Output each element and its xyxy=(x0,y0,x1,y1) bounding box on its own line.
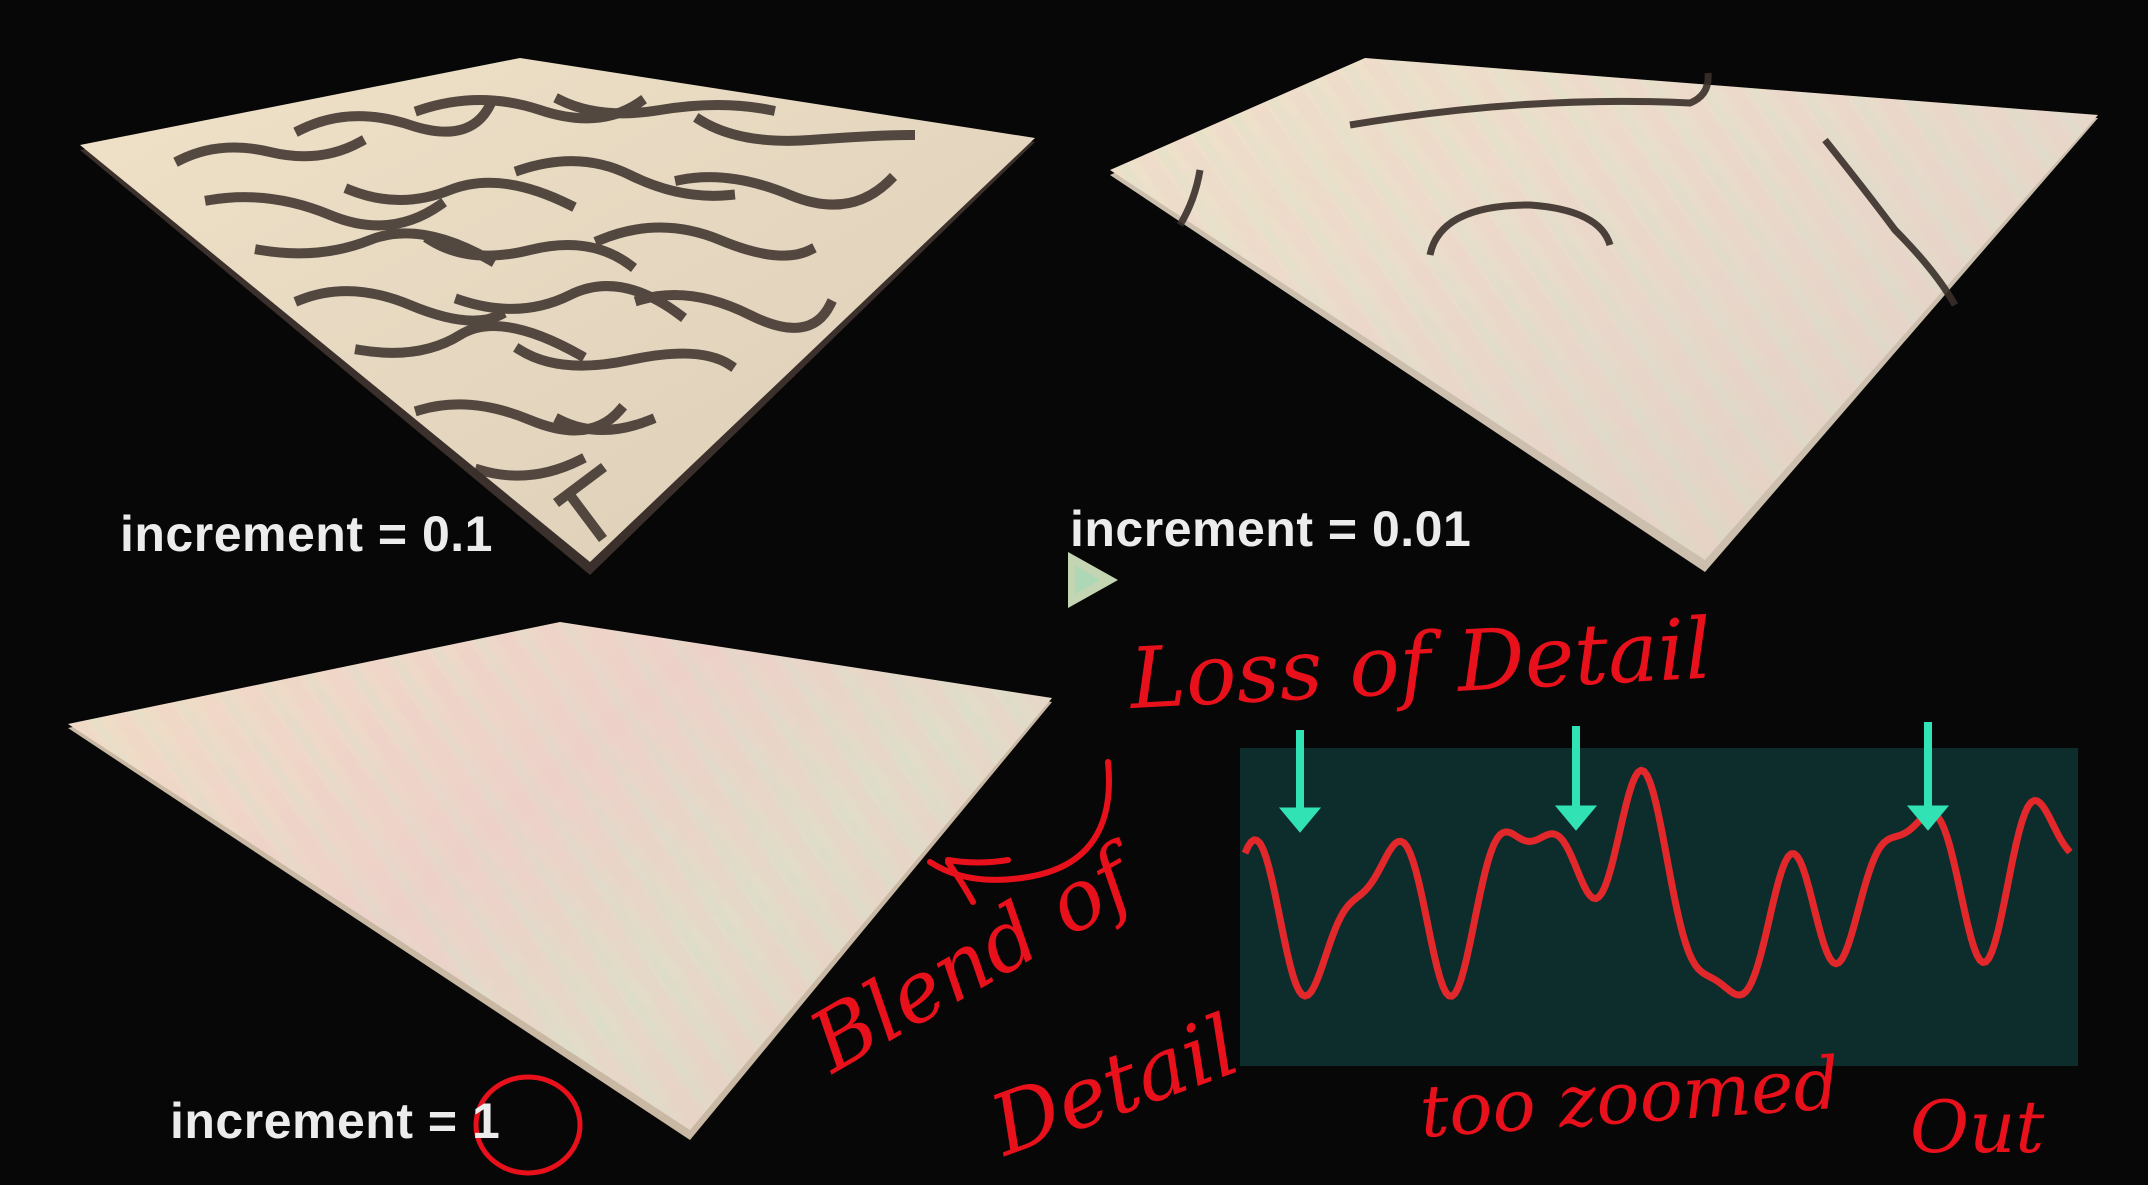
slide-canvas xyxy=(0,0,2148,1185)
label-increment-0-01: increment = 0.01 xyxy=(1070,501,1472,557)
annotation-out: Out xyxy=(1910,1085,2045,1169)
label-increment-0-1: increment = 0.1 xyxy=(120,506,493,562)
wave-panel xyxy=(1240,722,2078,1066)
label-increment-1: increment = 1 xyxy=(170,1093,501,1149)
